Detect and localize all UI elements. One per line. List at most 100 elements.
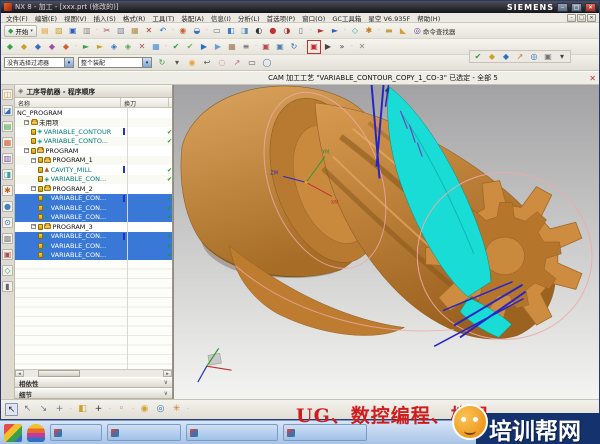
open-icon[interactable]: ▨ bbox=[53, 25, 65, 37]
expander-icon[interactable]: − bbox=[31, 224, 36, 229]
play-icon[interactable]: ▶ bbox=[322, 41, 334, 53]
menu-item[interactable]: 信息(I) bbox=[211, 13, 231, 23]
display-mode2-icon[interactable]: ◑ bbox=[281, 25, 293, 37]
accept-icon[interactable]: ✔ bbox=[472, 51, 484, 63]
expander-icon[interactable]: − bbox=[24, 120, 29, 125]
delete-operation-icon[interactable]: ✕ bbox=[136, 41, 148, 53]
copy-operation-icon[interactable]: ◈ bbox=[108, 41, 120, 53]
user-icon[interactable]: ◉ bbox=[138, 403, 151, 416]
menu-item[interactable]: 插入(S) bbox=[94, 13, 116, 23]
touch-icon[interactable]: ◉ bbox=[177, 25, 189, 37]
command-finder-button[interactable]: ◎ 命令查找器 bbox=[411, 25, 458, 37]
cut-operation-icon[interactable]: ► bbox=[94, 41, 106, 53]
new-icon[interactable]: ▤ bbox=[39, 25, 51, 37]
scroll-right-icon[interactable]: ▸ bbox=[163, 370, 172, 377]
create-program-icon[interactable]: ◆ bbox=[4, 41, 16, 53]
synchronize-icon[interactable]: ↻ bbox=[288, 41, 300, 53]
save-icon[interactable]: ▣ bbox=[67, 25, 79, 37]
refresh-icon[interactable]: ↻ bbox=[156, 57, 168, 69]
wizard-icon[interactable]: ✱ bbox=[2, 185, 13, 196]
highlight-icon[interactable]: ◉ bbox=[186, 57, 198, 69]
tree-row-[interactable]: −未用项 bbox=[15, 118, 172, 128]
minimize-icon[interactable]: – bbox=[557, 3, 568, 12]
delete-icon[interactable]: ✕ bbox=[143, 25, 155, 37]
menu-item[interactable]: 首选项(P) bbox=[267, 13, 296, 23]
lasso-icon[interactable]: ◌ bbox=[216, 57, 228, 69]
assembly-navigator-icon[interactable]: ◫ bbox=[2, 89, 13, 100]
more-icon[interactable]: ▾ bbox=[556, 51, 568, 63]
verify-toolpath-icon[interactable]: ▶ bbox=[198, 41, 210, 53]
operation-navigator-icon[interactable]: ▦ bbox=[2, 137, 13, 148]
menu-item[interactable]: 工具(T) bbox=[152, 13, 174, 23]
column-tool-change[interactable]: 换刀 bbox=[120, 98, 168, 107]
options-icon[interactable]: ▣ bbox=[542, 51, 554, 63]
web-browser-icon[interactable]: ⊙ bbox=[2, 217, 13, 228]
step-icon[interactable]: » bbox=[336, 41, 348, 53]
close-toolbar-icon[interactable]: ✕ bbox=[356, 41, 368, 53]
doc-restore-icon[interactable]: □ bbox=[577, 14, 586, 22]
find-icon[interactable]: ◎ bbox=[154, 403, 167, 416]
plot-icon[interactable]: ▥ bbox=[81, 25, 93, 37]
rotate-view-icon[interactable]: ► bbox=[329, 25, 341, 37]
generate-toolpath-icon[interactable]: ✔ bbox=[170, 41, 182, 53]
navigator-header[interactable]: ◈ 工序导航器 - 程序顺序 bbox=[15, 85, 172, 98]
chevron-down-icon[interactable]: ∨ bbox=[164, 390, 168, 397]
snapshot-icon[interactable]: ▭ bbox=[211, 25, 223, 37]
shaded-icon[interactable]: ◧ bbox=[225, 25, 237, 37]
snap-point-icon[interactable]: ↘ bbox=[37, 403, 50, 416]
move-object-icon[interactable]: ► bbox=[315, 25, 327, 37]
rect-select-icon[interactable]: ▭ bbox=[246, 57, 258, 69]
system-scenes-icon[interactable]: ▮ bbox=[2, 281, 13, 292]
copy-icon[interactable]: ▧ bbox=[115, 25, 127, 37]
tree-row-variable-con[interactable]: ◈VARIABLE_CON...✔ bbox=[15, 241, 172, 251]
list-icon[interactable]: ≡ bbox=[240, 41, 252, 53]
doc-minimize-icon[interactable]: – bbox=[567, 14, 576, 22]
menu-down-icon[interactable]: ▾ bbox=[171, 57, 183, 69]
plus-icon[interactable]: + bbox=[92, 403, 105, 416]
menu-item[interactable]: GC工具箱 bbox=[332, 13, 361, 23]
menu-item[interactable]: 窗口(O) bbox=[302, 13, 325, 23]
post-process-icon[interactable]: ▣ bbox=[260, 41, 272, 53]
machine-icon[interactable]: ▦ bbox=[226, 41, 238, 53]
process-studio-icon[interactable]: ◨ bbox=[2, 169, 13, 180]
dropdown-arrow-icon[interactable]: ▾ bbox=[64, 58, 73, 67]
menu-item[interactable]: 视图(V) bbox=[64, 13, 87, 23]
menu-item[interactable]: 格式(R) bbox=[123, 13, 146, 23]
undo-icon[interactable]: ↶ bbox=[157, 25, 169, 37]
menu-item[interactable]: 编辑(E) bbox=[35, 13, 57, 23]
tree-row-variable-con[interactable]: ◈VARIABLE_CON...✔ bbox=[15, 251, 172, 261]
lasso-select-icon[interactable]: ◦ bbox=[115, 403, 128, 416]
cut-icon[interactable]: ✂ bbox=[101, 25, 113, 37]
colorful-app-icon[interactable] bbox=[4, 424, 22, 442]
tree-row-program-1[interactable]: −PROGRAM_1 bbox=[15, 156, 172, 166]
paste-operation-icon[interactable]: ◈ bbox=[122, 41, 134, 53]
machine-navigator-icon[interactable]: ▥ bbox=[2, 153, 13, 164]
constraint-navigator-icon[interactable]: ◪ bbox=[2, 105, 13, 116]
gateway-icon[interactable]: ▣ bbox=[2, 249, 13, 260]
create-geometry-icon[interactable]: ◆ bbox=[32, 41, 44, 53]
history-icon[interactable]: ▩ bbox=[2, 233, 13, 244]
edit-operation-icon[interactable]: ► bbox=[80, 41, 92, 53]
tree-row-nc-program[interactable]: NC_PROGRAM bbox=[15, 108, 172, 118]
select-arrow-icon[interactable]: ↖ bbox=[5, 403, 18, 416]
menu-item[interactable]: 星空 V6.935F bbox=[368, 13, 410, 23]
tree-row-cavity-mill[interactable]: ▲CAVITY_MILL✔ bbox=[15, 165, 172, 175]
shaded-edges-icon[interactable]: ◨ bbox=[239, 25, 251, 37]
selection-filter-dropdown[interactable]: 没有选择过滤器 ▾ bbox=[4, 57, 74, 68]
record-icon[interactable]: ▣ bbox=[308, 41, 320, 53]
tree-row-variable-con[interactable]: ◈VARIABLE_CON...✔ bbox=[15, 213, 172, 223]
tree-row-variable-contour[interactable]: ◈VARIABLE_CONTOUR✔ bbox=[15, 127, 172, 137]
sphere-select-icon[interactable]: ◯ bbox=[261, 57, 273, 69]
shop-doc-icon[interactable]: ▣ bbox=[274, 41, 286, 53]
expander-icon[interactable]: − bbox=[24, 148, 29, 153]
roles-icon[interactable]: ◇ bbox=[2, 265, 13, 276]
taskbar-window-button[interactable] bbox=[107, 424, 181, 441]
tree-row-variable-con[interactable]: ◈VARIABLE_CON...✔ bbox=[15, 203, 172, 213]
horizontal-scrollbar[interactable]: ◂ ▸ bbox=[15, 369, 172, 377]
palette-icon[interactable]: ✳ bbox=[170, 403, 183, 416]
info-icon[interactable]: ◎ bbox=[528, 51, 540, 63]
column-name[interactable]: 名称 bbox=[15, 98, 120, 107]
taskbar-window-button[interactable] bbox=[50, 424, 102, 441]
display-mode-icon[interactable]: ● bbox=[267, 25, 279, 37]
render-style-icon[interactable]: ◧ bbox=[76, 403, 89, 416]
